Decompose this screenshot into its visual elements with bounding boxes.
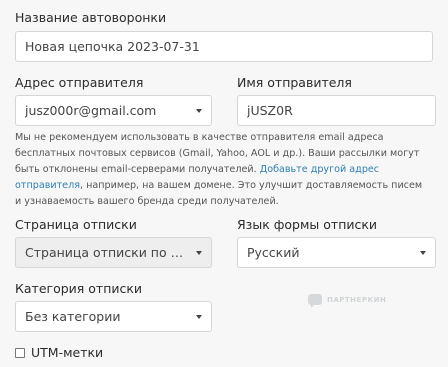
sender-name-value: jUSZ0R: [247, 103, 293, 118]
unsubscribe-category-label: Категория отписки: [15, 281, 143, 296]
funnel-name-value: Новая цепочка 2023-07-31: [25, 39, 200, 54]
funnel-name-label: Название автоворонки: [15, 10, 167, 25]
chevron-down-icon: [196, 108, 202, 113]
chevron-down-icon: [196, 250, 202, 255]
unsubscribe-language-label: Язык формы отписки: [237, 217, 378, 232]
unsubscribe-category-value: Без категории: [25, 309, 121, 324]
sender-warning-note: Мы не рекомендуем использовать в качеств…: [15, 130, 430, 210]
watermark-text: ПАРТНЕРКИН: [327, 295, 387, 304]
funnel-name-input[interactable]: Новая цепочка 2023-07-31: [15, 31, 433, 62]
chat-bubble-logo-icon: [308, 294, 322, 308]
unsubscribe-page-select[interactable]: Страница отписки по умолч...: [15, 237, 212, 268]
sender-address-select[interactable]: jusz000r@gmail.com: [15, 95, 212, 126]
unsubscribe-page-label: Страница отписки: [15, 217, 137, 232]
sender-name-input[interactable]: jUSZ0R: [237, 95, 436, 126]
unsubscribe-language-value: Русский: [247, 245, 300, 260]
sender-name-label: Имя отправителя: [237, 75, 352, 90]
sender-address-value: jusz000r@gmail.com: [25, 103, 157, 118]
utm-label[interactable]: UTM-метки: [31, 345, 103, 360]
chevron-down-icon: [420, 250, 426, 255]
unsubscribe-language-select[interactable]: Русский: [237, 237, 436, 268]
watermark-logo: ПАРТНЕРКИН: [308, 294, 387, 308]
sender-address-label: Адрес отправителя: [15, 75, 144, 90]
chevron-down-icon: [196, 314, 202, 319]
unsubscribe-category-select[interactable]: Без категории: [15, 301, 212, 332]
unsubscribe-page-value: Страница отписки по умолч...: [25, 245, 190, 260]
utm-checkbox[interactable]: [15, 348, 25, 358]
